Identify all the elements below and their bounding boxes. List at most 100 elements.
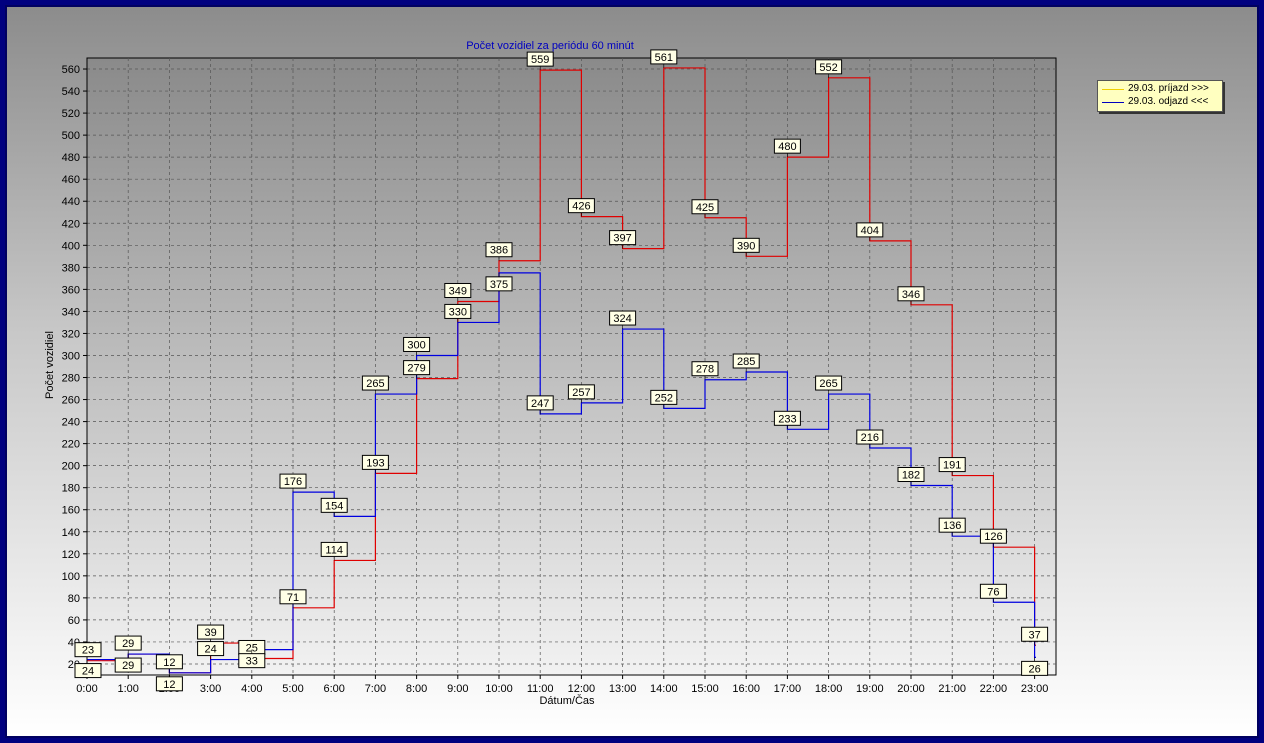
value-label: 12 [163, 657, 175, 669]
value-label: 154 [325, 500, 343, 512]
y-tick-label: 480 [62, 152, 80, 164]
x-tick-label: 18:00 [815, 683, 843, 695]
x-tick-label: 8:00 [406, 683, 427, 695]
legend: 29.03. príjazd >>> 29.03. odjazd <<< [1097, 80, 1223, 112]
value-label: 285 [737, 356, 755, 368]
x-tick-label: 17:00 [774, 683, 802, 695]
value-label: 216 [861, 432, 879, 444]
value-label: 12 [163, 679, 175, 691]
x-tick-label: 14:00 [650, 683, 678, 695]
value-label: 375 [490, 279, 508, 291]
y-tick-label: 220 [62, 439, 80, 451]
value-label: 425 [696, 202, 714, 214]
x-tick-label: 7:00 [365, 683, 386, 695]
value-label: 191 [943, 460, 961, 472]
value-label: 233 [778, 413, 796, 425]
x-tick-label: 13:00 [609, 683, 637, 695]
x-axis-label: Dátum/Čas [539, 694, 595, 707]
value-label: 252 [655, 392, 673, 404]
chart-window: 20 40 60 80 100 120 140 160 180 200 220 240 260 280 30… [5, 5, 1259, 738]
legend-swatch-arrival [1102, 89, 1124, 90]
x-tick-label: 21:00 [938, 683, 966, 695]
value-label: 265 [819, 378, 837, 390]
value-label: 324 [613, 313, 631, 325]
value-label: 265 [366, 378, 384, 390]
value-label: 182 [902, 469, 920, 481]
x-tick-label: 0:00 [76, 683, 97, 695]
value-label: 193 [366, 457, 384, 469]
x-tick-label: 20:00 [897, 683, 925, 695]
x-tick-label: 6:00 [323, 683, 344, 695]
value-label: 279 [407, 363, 425, 375]
value-label: 559 [531, 54, 549, 66]
y-tick-label: 280 [62, 373, 80, 385]
value-label: 33 [246, 656, 258, 668]
x-tick-label: 3:00 [200, 683, 221, 695]
value-label: 300 [407, 339, 425, 351]
value-label: 37 [1028, 629, 1040, 641]
y-tick-label: 60 [68, 615, 80, 627]
legend-swatch-departure [1102, 102, 1124, 103]
value-label: 386 [490, 245, 508, 257]
x-tick-label: 23:00 [1021, 683, 1049, 695]
y-tick-label: 260 [62, 395, 80, 407]
value-label: 346 [902, 289, 920, 301]
value-label: 126 [984, 531, 1002, 543]
y-tick-label: 380 [62, 262, 80, 274]
value-label: 552 [819, 62, 837, 74]
chart-canvas: 2040608010012014016018020022024026028030… [44, 40, 1057, 707]
y-tick-label: 160 [62, 505, 80, 517]
value-label: 330 [449, 306, 467, 318]
value-label: 23 [82, 645, 94, 657]
legend-label-arrival: 29.03. príjazd >>> [1128, 83, 1209, 94]
legend-label-departure: 29.03. odjazd <<< [1128, 96, 1209, 107]
y-tick-label: 300 [62, 350, 80, 362]
value-label: 29 [122, 660, 134, 672]
x-tick-label: 4:00 [241, 683, 262, 695]
y-tick-label: 200 [62, 461, 80, 473]
y-tick-label: 240 [62, 417, 80, 429]
y-axis-label: Počet vozidiel [44, 331, 56, 399]
x-tick-label: 15:00 [691, 683, 719, 695]
value-label: 29 [122, 638, 134, 650]
value-label: 76 [987, 586, 999, 598]
y-tick-label: 460 [62, 174, 80, 186]
x-tick-label: 16:00 [732, 683, 760, 695]
y-tick-label: 440 [62, 196, 80, 208]
value-label: 397 [613, 233, 631, 245]
x-tick-label: 10:00 [485, 683, 513, 695]
value-label: 114 [325, 544, 343, 556]
x-tick-label: 19:00 [856, 683, 884, 695]
y-tick-label: 420 [62, 218, 80, 230]
x-tick-label: 12:00 [568, 683, 596, 695]
y-tick-label: 360 [62, 284, 80, 296]
x-tick-label: 1:00 [117, 683, 138, 695]
value-label: 480 [778, 141, 796, 153]
y-tick-label: 100 [62, 571, 80, 583]
value-label: 349 [449, 285, 467, 297]
x-tick-label: 22:00 [980, 683, 1008, 695]
y-tick-label: 140 [62, 527, 80, 539]
value-label: 426 [572, 201, 590, 213]
x-tick-label: 9:00 [447, 683, 468, 695]
value-label: 278 [696, 364, 714, 376]
y-tick-label: 320 [62, 328, 80, 340]
value-label: 24 [82, 666, 94, 678]
x-tick-label: 5:00 [282, 683, 303, 695]
chart-title: Počet vozidiel za periódu 60 minút [466, 40, 634, 52]
value-label: 390 [737, 240, 755, 252]
y-tick-label: 80 [68, 593, 80, 605]
y-tick-label: 520 [62, 108, 80, 120]
value-label: 24 [204, 644, 216, 656]
x-tick-label: 11:00 [527, 683, 554, 695]
y-tick-label: 180 [62, 483, 80, 495]
value-label: 247 [531, 398, 549, 410]
value-label: 176 [284, 476, 302, 488]
value-label: 257 [572, 387, 590, 399]
value-label: 561 [655, 52, 673, 64]
y-tick-label: 560 [62, 64, 80, 76]
y-tick-label: 400 [62, 240, 80, 252]
value-label: 39 [204, 627, 216, 639]
y-tick-label: 500 [62, 130, 80, 142]
value-label: 404 [861, 225, 879, 237]
